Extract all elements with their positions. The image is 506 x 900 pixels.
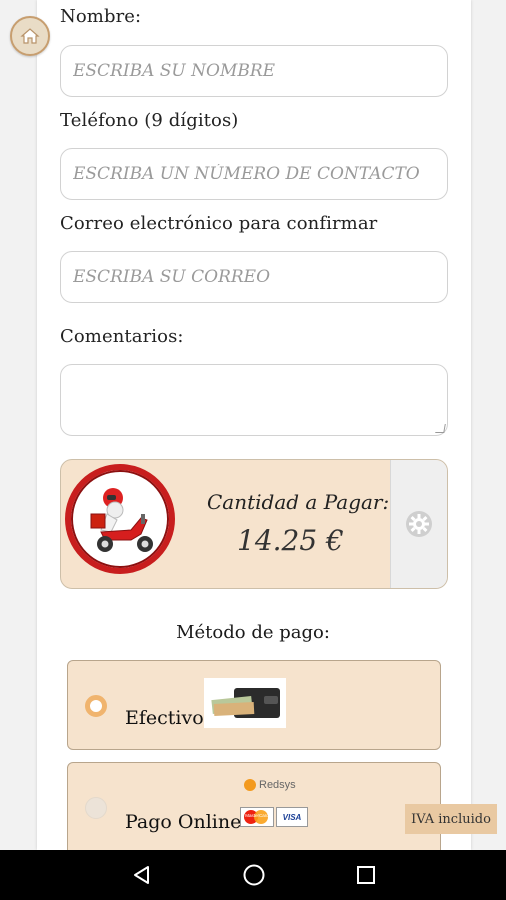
method-option-online[interactable]: Pago Online Redsys MasterCard VISA <box>67 762 441 862</box>
phone-label: Teléfono (9 dígitos) <box>60 110 239 131</box>
mastercard-text: MasterCard <box>245 813 269 818</box>
scooter-delivery-icon <box>90 488 153 552</box>
home-circle-icon <box>243 864 265 886</box>
online-payment-logos: Redsys MasterCard VISA <box>240 779 308 831</box>
method-option-cash[interactable]: Efectivo <box>67 660 441 750</box>
name-label: Nombre: <box>60 6 142 27</box>
settings-button[interactable] <box>390 460 447 588</box>
system-nav-bar <box>0 850 506 900</box>
wallet-cash-icon <box>211 688 280 718</box>
amount-panel: Cantidad a Pagar: 14.25 € <box>60 459 448 589</box>
name-input[interactable] <box>71 60 437 82</box>
mastercard-logo: MasterCard <box>240 807 274 827</box>
visa-text: VISA <box>282 812 302 822</box>
redsys-text: Redsys <box>259 779 296 791</box>
method-label-cash: Efectivo <box>125 707 204 729</box>
back-triangle-icon <box>134 866 149 884</box>
radio-online[interactable] <box>85 797 107 819</box>
comments-label: Comentarios: <box>60 326 184 347</box>
radio-cash[interactable] <box>85 695 107 717</box>
redsys-icon <box>244 779 256 791</box>
phone-input[interactable] <box>71 163 437 185</box>
method-label-online: Pago Online <box>125 811 242 833</box>
home-icon <box>20 28 40 44</box>
amount-label: Cantidad a Pagar: <box>207 490 390 514</box>
iva-badge: IVA incluido <box>405 804 497 834</box>
gear-icon <box>406 511 432 537</box>
comments-textarea[interactable] <box>61 365 451 439</box>
resize-grip[interactable] <box>435 424 446 433</box>
nav-back-button[interactable] <box>128 862 156 888</box>
delivery-logo <box>65 464 175 574</box>
email-label: Correo electrónico para confirmar <box>60 213 378 234</box>
nav-recent-button[interactable] <box>352 862 380 888</box>
nav-home-button[interactable] <box>240 862 268 888</box>
comments-box <box>60 364 451 439</box>
redsys-logo: Redsys <box>244 779 296 791</box>
cash-image <box>204 678 286 728</box>
visa-logo: VISA <box>276 807 308 827</box>
email-field-box <box>60 251 448 303</box>
amount-value: 14.25 € <box>237 524 344 557</box>
payment-method-title: Método de pago: <box>176 622 330 643</box>
recent-square-icon <box>357 866 375 884</box>
phone-field-box <box>60 148 448 200</box>
name-field-box <box>60 45 448 97</box>
email-input[interactable] <box>71 266 437 288</box>
home-button[interactable] <box>10 16 50 56</box>
